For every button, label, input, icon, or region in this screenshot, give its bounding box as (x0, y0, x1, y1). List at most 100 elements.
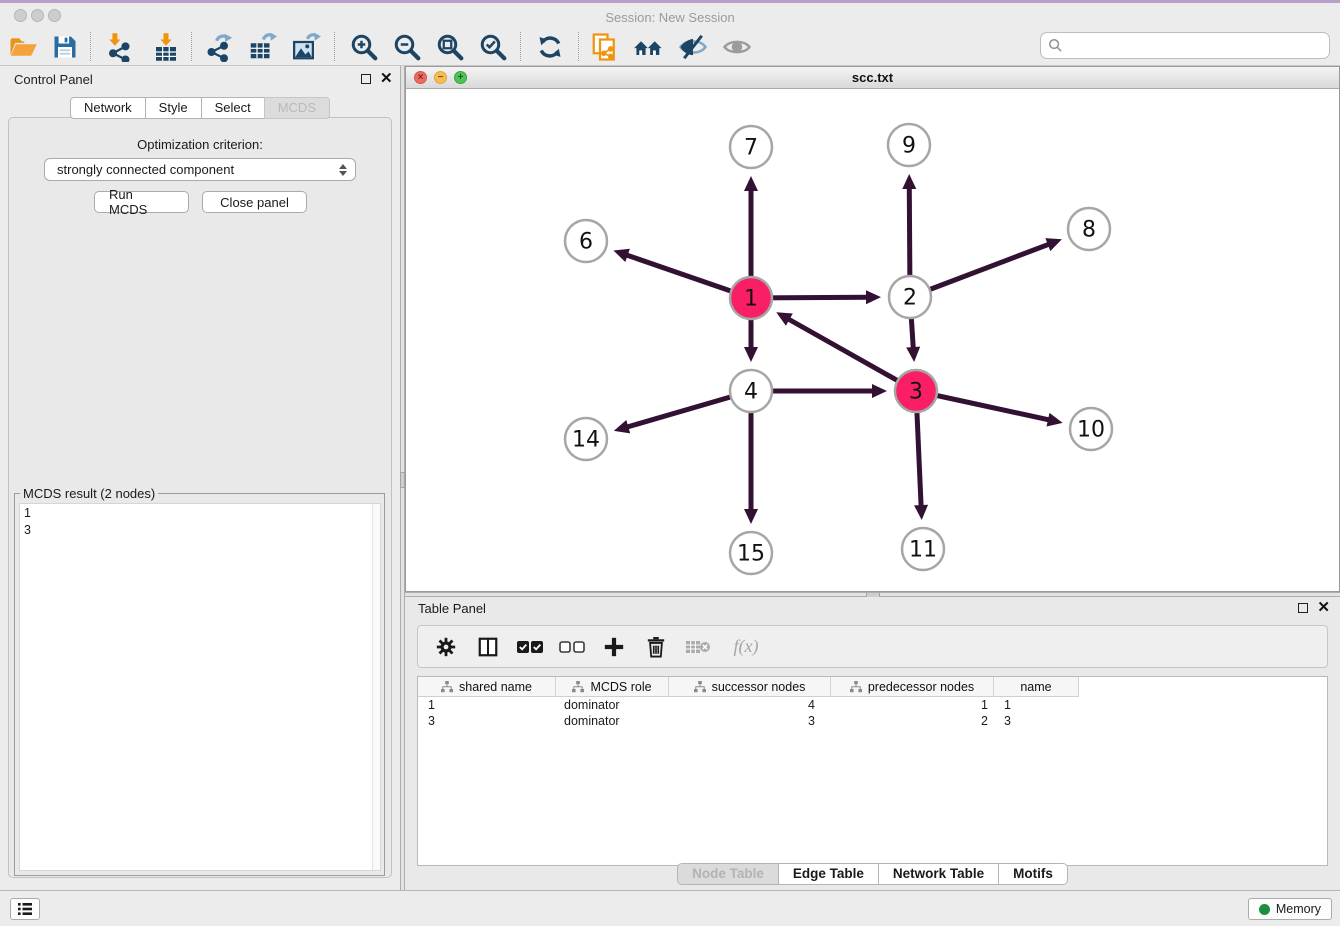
control-panel-title: Control Panel (14, 72, 93, 87)
open-file-icon[interactable] (5, 30, 41, 64)
search-field[interactable] (1040, 32, 1330, 59)
node-label-4: 4 (744, 380, 758, 405)
table-close-icon[interactable]: ✕ (1317, 603, 1330, 613)
refresh-view-icon[interactable] (532, 30, 568, 64)
table-settings-icon[interactable] (432, 633, 460, 661)
node-label-6: 6 (579, 230, 593, 255)
control-panel-tabs: NetworkStyleSelectMCDS (0, 97, 400, 119)
cell-successor-nodes[interactable]: 4 (669, 697, 831, 713)
search-input[interactable] (1068, 38, 1329, 53)
column-header-shared-name[interactable]: shared name (418, 677, 556, 697)
cell-successor-nodes[interactable]: 3 (669, 713, 831, 729)
export-network-icon[interactable] (201, 30, 237, 64)
column-type-icon (694, 681, 706, 693)
column-header-predecessor-nodes[interactable]: predecessor nodes (831, 677, 994, 697)
network-window-titlebar[interactable]: × − + scc.txt (406, 67, 1339, 89)
column-header-MCDS-role[interactable]: MCDS role (556, 677, 669, 697)
main-toolbar (0, 28, 1340, 66)
import-network-icon[interactable] (100, 30, 136, 64)
edge-arrow-2-3 (906, 347, 920, 362)
column-header-name[interactable]: name (994, 677, 1079, 697)
memory-status-icon (1259, 904, 1270, 915)
task-history-button[interactable] (10, 898, 40, 920)
zoom-fit-icon[interactable] (432, 30, 468, 64)
table-row[interactable]: 3dominator323 (418, 713, 1327, 729)
dropdown-stepper-icon (339, 164, 347, 176)
tab-network[interactable]: Network (70, 97, 146, 119)
memory-button[interactable]: Memory (1248, 898, 1332, 920)
search-icon (1048, 38, 1063, 53)
cell-predecessor-nodes[interactable]: 1 (831, 697, 994, 713)
zoom-in-icon[interactable] (346, 30, 382, 64)
network-title: scc.txt (406, 70, 1339, 85)
table-tab-edge-table[interactable]: Edge Table (778, 863, 879, 885)
float-panel-icon[interactable] (361, 74, 371, 84)
network-canvas[interactable]: 7968124314101511 (406, 89, 1339, 591)
save-session-icon[interactable] (47, 30, 83, 64)
export-image-icon[interactable] (288, 30, 324, 64)
edge-arrow-3-10 (1047, 413, 1063, 427)
criterion-dropdown[interactable]: strongly connected component (44, 158, 356, 181)
run-mcds-button[interactable]: Run MCDS (94, 191, 189, 213)
node-label-10: 10 (1077, 418, 1105, 443)
table-tab-motifs[interactable]: Motifs (998, 863, 1068, 885)
function-builder-icon: f(x) (726, 633, 766, 661)
toolbar-separator (90, 32, 91, 61)
column-label: name (1020, 680, 1051, 694)
column-layout-icon[interactable] (474, 633, 502, 661)
column-label: predecessor nodes (868, 680, 974, 694)
cell-MCDS-role[interactable]: dominator (556, 713, 669, 729)
titlebar: Session: New Session (0, 3, 1340, 28)
column-header-successor-nodes[interactable]: successor nodes (669, 677, 831, 697)
toolbar-separator (334, 32, 335, 61)
export-table-icon[interactable] (244, 30, 280, 64)
close-panel-button[interactable]: Close panel (202, 191, 307, 213)
edge-arrow-1-4 (744, 347, 758, 362)
edge-arrow-1-6 (613, 249, 629, 262)
task-list-icon (17, 902, 33, 916)
close-panel-icon[interactable]: ✕ (380, 74, 393, 84)
column-label: shared name (459, 680, 532, 694)
column-type-icon (572, 681, 584, 693)
zoom-selected-icon[interactable] (475, 30, 511, 64)
select-all-columns-icon[interactable] (516, 633, 544, 661)
create-column-icon[interactable] (600, 633, 628, 661)
table-float-icon[interactable] (1298, 603, 1308, 613)
first-neighbors-icon[interactable] (631, 30, 667, 64)
cell-shared-name[interactable]: 3 (418, 713, 556, 729)
copy-network-icon[interactable] (587, 30, 623, 64)
delete-column-icon[interactable] (642, 633, 670, 661)
zoom-out-icon[interactable] (389, 30, 425, 64)
tab-mcds[interactable]: MCDS (264, 97, 330, 119)
show-all-icon[interactable] (719, 30, 755, 64)
node-table-header: shared name MCDS role successor nodes prede… (418, 677, 1079, 697)
edge-arrow-3-11 (914, 505, 928, 520)
tab-select[interactable]: Select (201, 97, 265, 119)
node-label-9: 9 (902, 134, 916, 159)
deselect-all-columns-icon[interactable] (558, 633, 586, 661)
result-scrollbar[interactable] (372, 504, 380, 870)
column-label: MCDS role (590, 680, 651, 694)
edge-2-8[interactable] (910, 244, 1050, 297)
table-tab-node-table[interactable]: Node Table (677, 863, 779, 885)
table-panel-title: Table Panel (418, 601, 486, 616)
cell-name[interactable]: 1 (994, 697, 1079, 713)
table-row[interactable]: 1dominator411 (418, 697, 1327, 713)
tab-style[interactable]: Style (145, 97, 202, 119)
node-label-14: 14 (572, 428, 600, 453)
hide-selected-icon[interactable] (675, 30, 711, 64)
node-label-1: 1 (744, 287, 758, 312)
toolbar-separator (520, 32, 521, 61)
memory-label: Memory (1276, 902, 1321, 916)
table-tabs: Node TableEdge TableNetwork TableMotifs (405, 863, 1340, 885)
cell-predecessor-nodes[interactable]: 2 (831, 713, 994, 729)
table-tab-network-table[interactable]: Network Table (878, 863, 999, 885)
cell-shared-name[interactable]: 1 (418, 697, 556, 713)
criterion-dropdown-value: strongly connected component (57, 162, 234, 177)
cell-name[interactable]: 3 (994, 713, 1079, 729)
cell-MCDS-role[interactable]: dominator (556, 697, 669, 713)
import-table-icon[interactable] (148, 30, 184, 64)
mcds-result-list[interactable]: 1 3 (19, 503, 381, 871)
edge-arrow-1-7 (744, 176, 758, 191)
mcds-result-group: MCDS result (2 nodes) 1 3 (14, 493, 385, 876)
